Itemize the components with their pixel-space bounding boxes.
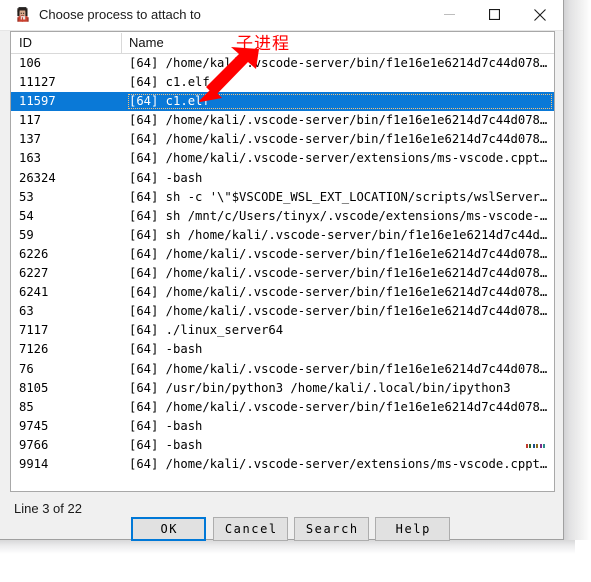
row-process-name: [64] /home/kali/.vscode-server/bin/f1e16… — [129, 361, 552, 376]
row-process-id: 8105 — [19, 380, 49, 395]
row-process-name: [64] /home/kali/.vscode-server/bin/f1e16… — [129, 304, 552, 319]
row-process-name: [64] sh /mnt/c/Users/tinyx/.vscode/exten… — [129, 208, 552, 223]
title-bar[interactable]: Choose process to attach to — [0, 0, 563, 31]
row-process-id: 117 — [19, 113, 42, 128]
row-process-id: 6241 — [19, 285, 49, 300]
dialog-button-bar: OK Cancel Search Help — [0, 517, 562, 541]
table-row[interactable]: 6226 [64] /home/kali/.vscode-server/bin/f… — [11, 245, 554, 264]
row-process-id: 7117 — [19, 323, 49, 338]
scrollbar-mark — [532, 444, 535, 448]
table-row[interactable]: 85 [64] /home/kali/.vscode-server/bin/f1e… — [11, 398, 554, 417]
window-shadow-bottom — [0, 540, 575, 554]
column-divider[interactable] — [121, 33, 122, 53]
scrollbar-mark — [529, 444, 532, 448]
row-process-id: 11127 — [19, 75, 56, 90]
row-process-id: 85 — [19, 399, 34, 414]
table-row[interactable]: 76 [64] /home/kali/.vscode-server/bin/f1e… — [11, 360, 554, 379]
scrollbar-annotation-marks — [526, 443, 548, 449]
table-row[interactable]: 9745 [64] -bash — [11, 417, 554, 436]
table-row[interactable]: 63 [64] /home/kali/.vscode-server/bin/f1e… — [11, 302, 554, 321]
table-row[interactable]: 9766 [64] -bash — [11, 436, 554, 455]
row-process-name: [64] -bash — [129, 418, 203, 433]
table-row[interactable]: 6241 [64] /home/kali/.vscode-server/bin/f… — [11, 283, 554, 302]
cancel-button[interactable]: Cancel — [213, 517, 288, 541]
table-row[interactable]: 106 [64] /home/kali/.vscode-server/bin/f1… — [11, 54, 554, 73]
row-process-id: 9745 — [19, 418, 49, 433]
row-process-name: [64] /home/kali/.vscode-server/bin/f1e16… — [129, 266, 552, 281]
row-process-id: 63 — [19, 304, 34, 319]
process-list[interactable]: ID Name 106 [64] /home/kali/.vscode-serve… — [10, 31, 555, 492]
table-row[interactable]: 11597 [64] c1.elf — [11, 92, 554, 112]
table-row[interactable]: 11127 [64] c1.elf — [11, 73, 554, 92]
table-row[interactable]: 53 [64] sh -c '\"$VSCODE_WSL_EXT_LOCATION… — [11, 188, 554, 207]
row-process-id: 53 — [19, 189, 34, 204]
choose-process-dialog: Choose process to attach to ID Name 106 [… — [0, 0, 564, 541]
window-title: Choose process to attach to — [39, 7, 201, 22]
table-row[interactable]: 9914 [64] /home/kali/.vscode-server/exten… — [11, 455, 554, 474]
table-row[interactable]: 26324 [64] -bash — [11, 169, 554, 188]
row-process-name: [64] /home/kali/.vscode-server/bin/f1e16… — [129, 56, 552, 70]
table-row[interactable]: 59 [64] sh /home/kali/.vscode-server/bin/… — [11, 226, 554, 245]
table-row[interactable]: 7117 [64] ./linux_server64 — [11, 321, 554, 340]
row-process-name: [64] /home/kali/.vscode-server/bin/f1e16… — [129, 113, 552, 128]
row-process-id: 7126 — [19, 342, 49, 357]
search-button[interactable]: Search — [294, 517, 369, 541]
row-process-id: 54 — [19, 208, 34, 223]
table-row[interactable]: 7126 [64] -bash — [11, 340, 554, 359]
row-process-name: [64] /home/kali/.vscode-server/bin/f1e16… — [129, 132, 552, 147]
row-process-id: 9914 — [19, 456, 49, 471]
table-row[interactable]: 163 [64] /home/kali/.vscode-server/extens… — [11, 149, 554, 168]
row-process-name: [64] /home/kali/.vscode-server/bin/f1e16… — [129, 285, 552, 300]
window-shadow-right — [564, 0, 591, 540]
row-process-name: [64] /home/kali/.vscode-server/bin/f1e16… — [129, 246, 552, 261]
scrollbar-mark — [539, 444, 542, 448]
maximize-icon — [489, 9, 500, 20]
row-process-id: 76 — [19, 361, 34, 376]
scrollbar-mark — [543, 444, 545, 448]
close-button[interactable] — [517, 0, 562, 29]
row-process-name: [64] c1.elf — [128, 94, 552, 110]
row-process-id: 106 — [19, 56, 42, 70]
table-row[interactable]: 6227 [64] /home/kali/.vscode-server/bin/f… — [11, 264, 554, 283]
table-row[interactable]: 117 [64] /home/kali/.vscode-server/bin/f1… — [11, 111, 554, 130]
column-header-id[interactable]: ID — [19, 35, 32, 50]
row-process-name: [64] /home/kali/.vscode-server/extension… — [129, 151, 552, 166]
close-icon — [533, 8, 546, 21]
row-process-id: 6227 — [19, 266, 49, 281]
row-process-name: [64] sh -c '\"$VSCODE_WSL_EXT_LOCATION/s… — [129, 189, 552, 204]
scrollbar-mark — [536, 444, 539, 448]
scrollbar-mark — [526, 444, 528, 448]
status-line-counter: Line 3 of 22 — [14, 501, 82, 516]
row-process-id: 26324 — [19, 170, 56, 185]
help-button[interactable]: Help — [375, 517, 450, 541]
row-process-name: [64] -bash — [129, 170, 203, 185]
table-row[interactable]: 137 [64] /home/kali/.vscode-server/bin/f1… — [11, 130, 554, 149]
table-row[interactable]: 8105 [64] /usr/bin/python3 /home/kali/.lo… — [11, 379, 554, 398]
row-process-id: 11597 — [19, 94, 56, 109]
row-process-id: 9766 — [19, 437, 49, 452]
row-process-id: 6226 — [19, 246, 49, 261]
row-process-id: 163 — [19, 151, 42, 166]
row-process-name: [64] /home/kali/.vscode-server/bin/f1e16… — [129, 399, 552, 414]
row-process-name: [64] -bash — [129, 437, 203, 452]
row-process-name: [64] -bash — [129, 342, 203, 357]
row-process-name: [64] /home/kali/.vscode-server/extension… — [129, 456, 552, 471]
process-list-rows: 106 [64] /home/kali/.vscode-server/bin/f1… — [11, 54, 554, 475]
row-process-name: [64] c1.elf — [129, 75, 210, 90]
column-header-name[interactable]: Name — [129, 35, 164, 50]
ida-mascot-icon — [14, 6, 32, 24]
row-process-name: [64] sh /home/kali/.vscode-server/bin/f1… — [129, 227, 552, 242]
maximize-button[interactable] — [472, 0, 517, 29]
row-process-name: [64] ./linux_server64 — [129, 323, 284, 338]
row-process-id: 137 — [19, 132, 42, 147]
ok-button[interactable]: OK — [131, 517, 206, 541]
table-row[interactable]: 54 [64] sh /mnt/c/Users/tinyx/.vscode/ext… — [11, 207, 554, 226]
minimize-button[interactable] — [427, 0, 472, 29]
row-process-id: 59 — [19, 227, 34, 242]
row-process-name: [64] /usr/bin/python3 /home/kali/.local/… — [129, 380, 511, 395]
annotation-label: 子进程 — [236, 34, 290, 54]
minimize-icon — [444, 14, 455, 15]
